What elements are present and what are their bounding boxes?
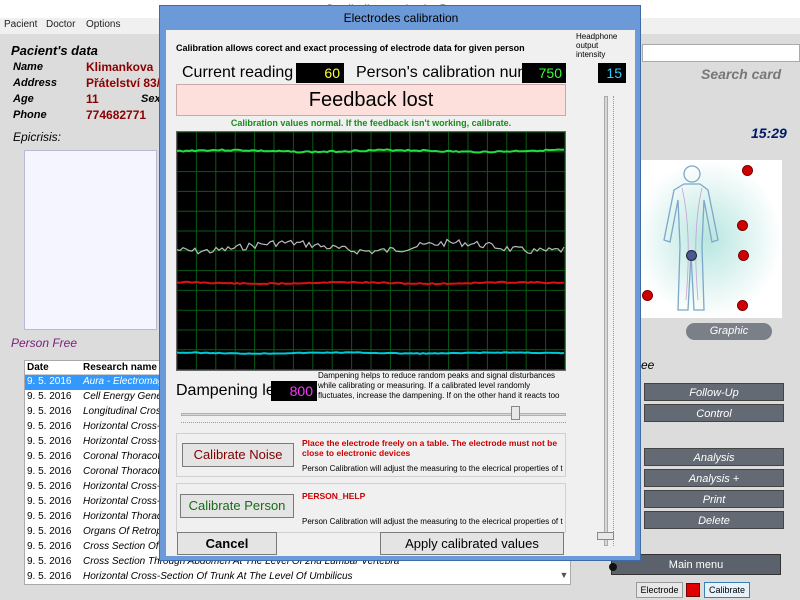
analysis-button[interactable]: Analysis — [644, 448, 784, 466]
slider-ticks — [181, 422, 566, 424]
calibration-dialog: Electrodes calibration Calibration allow… — [159, 5, 641, 561]
address-value: Přátelství 83/ — [86, 76, 161, 90]
control-button[interactable]: Control — [644, 404, 784, 422]
electrode-point-icon[interactable] — [737, 220, 748, 231]
row-date: 9. 5. 2016 — [27, 481, 72, 492]
headphone-intensity-label: Headphone output intensity — [576, 32, 618, 59]
patient-section-title: Pacient's data — [11, 43, 98, 58]
signal-oscilloscope — [176, 131, 566, 371]
epicrisis-textarea[interactable] — [24, 150, 157, 330]
name-value: Klimankova — [86, 60, 154, 74]
baseline-trace — [176, 351, 565, 355]
body-silhouette-icon — [634, 160, 782, 318]
row-date: 9. 5. 2016 — [27, 496, 72, 507]
phone-value: 774682771 — [86, 108, 147, 122]
status-dot-icon — [609, 563, 617, 571]
person-calibration-value: 750 — [522, 63, 566, 83]
name-label: Name — [13, 61, 43, 73]
slider-ticks — [613, 96, 615, 546]
calibrate-noise-button[interactable]: Calibrate Noise — [182, 443, 294, 467]
electrode-status-indicator — [686, 583, 700, 597]
phone-label: Phone — [13, 109, 47, 121]
intro-text: Calibration allows corect and exact proc… — [176, 43, 525, 53]
search-card-label[interactable]: Search card — [701, 66, 781, 82]
calibrate-person-button[interactable]: Calibrate Person — [180, 494, 294, 518]
age-label: Age — [13, 93, 34, 105]
scroll-down-arrow-icon[interactable]: ▼ — [557, 570, 571, 584]
person-free-label: Person Free — [11, 336, 78, 350]
row-date: 9. 5. 2016 — [27, 541, 72, 552]
slider-thumb[interactable] — [597, 532, 614, 540]
graphic-button[interactable]: Graphic — [686, 323, 772, 340]
row-research-name: Horizontal Cross-Section Of Trunk At The… — [83, 571, 353, 582]
cancel-button[interactable]: Cancel — [177, 532, 277, 555]
col-date-header[interactable]: Date — [27, 362, 82, 373]
menu-doctor[interactable]: Doctor — [46, 19, 75, 30]
electrode-point-icon[interactable] — [738, 250, 749, 261]
dampening-slider[interactable] — [181, 405, 566, 425]
slider-track — [604, 96, 608, 546]
delete-button[interactable]: Delete — [644, 511, 784, 529]
person-help-text: Person Calibration will adjust the measu… — [302, 517, 563, 526]
epicrisis-label: Epicrisis: — [13, 130, 62, 144]
menu-pacient[interactable]: Pacient — [4, 19, 37, 30]
search-input[interactable] — [642, 44, 800, 62]
current-reading-value: 60 — [296, 63, 344, 83]
person-free-suffix: ee — [641, 358, 655, 372]
row-date: 9. 5. 2016 — [27, 556, 72, 567]
noise-calibration-group: Calibrate Noise Place the electrode free… — [176, 433, 566, 477]
row-date: 9. 5. 2016 — [27, 526, 72, 537]
row-date: 9. 5. 2016 — [27, 406, 72, 417]
electrode-button[interactable]: Electrode — [636, 582, 683, 598]
electrode-point-icon[interactable] — [742, 165, 753, 176]
noise-help-text: Person Calibration will adjust the measu… — [302, 464, 563, 473]
follow-up-button[interactable]: Follow-Up — [644, 383, 784, 401]
print-button[interactable]: Print — [644, 490, 784, 508]
dampening-value: 800 — [271, 381, 317, 401]
dialog-body: Calibration allows corect and exact proc… — [166, 30, 635, 556]
table-row[interactable]: 9. 5. 2016 Horizontal Cross-Section Of Tr… — [25, 570, 570, 584]
address-label: Address — [13, 77, 58, 89]
menu-options[interactable]: Options — [86, 19, 120, 30]
col-name-header[interactable]: Research name — [83, 362, 157, 373]
apply-calibrated-values-button[interactable]: Apply calibrated values — [380, 532, 564, 555]
row-date: 9. 5. 2016 — [27, 571, 72, 582]
electrode-point-icon[interactable] — [642, 290, 653, 301]
headphone-intensity-slider[interactable] — [591, 96, 621, 546]
row-date: 9. 5. 2016 — [27, 466, 72, 477]
signal-graph — [176, 131, 566, 371]
clock-time: 15:29 — [751, 125, 787, 141]
slider-thumb[interactable] — [511, 406, 520, 420]
dampening-label: Dampening le — [176, 382, 275, 399]
slider-track — [181, 413, 566, 416]
row-date: 9. 5. 2016 — [27, 421, 72, 432]
electrode-point-icon[interactable] — [737, 300, 748, 311]
age-value: 11 — [86, 92, 99, 106]
calibration-status-text: Calibration values normal. If the feedba… — [230, 118, 512, 128]
row-date: 9. 5. 2016 — [27, 436, 72, 447]
person-help-warning: PERSON_HELP — [302, 491, 366, 501]
person-calibration-label: Person's calibration num — [356, 64, 524, 81]
row-date: 9. 5. 2016 — [27, 511, 72, 522]
row-date: 9. 5. 2016 — [27, 376, 72, 387]
row-date: 9. 5. 2016 — [27, 391, 72, 402]
dampening-help-text: Dampening helps to reduce random peaks a… — [318, 371, 560, 400]
sex-label: Sex — [141, 93, 161, 105]
row-date: 9. 5. 2016 — [27, 451, 72, 462]
person-calibration-group: Calibrate Person PERSON_HELP Person Cali… — [176, 483, 566, 533]
noise-help-warning: Place the electrode freely on a table. T… — [302, 438, 558, 458]
analysis-plus-button[interactable]: Analysis + — [644, 469, 784, 487]
dialog-title: Electrodes calibration — [343, 11, 459, 25]
electrode-active-point-icon[interactable] — [686, 250, 697, 261]
calibrate-button[interactable]: Calibrate — [704, 582, 750, 598]
feedback-status-box: Feedback lost — [176, 84, 566, 116]
current-reading-label: Current reading — [182, 64, 294, 81]
headphone-intensity-value: 15 — [598, 63, 626, 83]
body-figure-image — [634, 160, 782, 318]
